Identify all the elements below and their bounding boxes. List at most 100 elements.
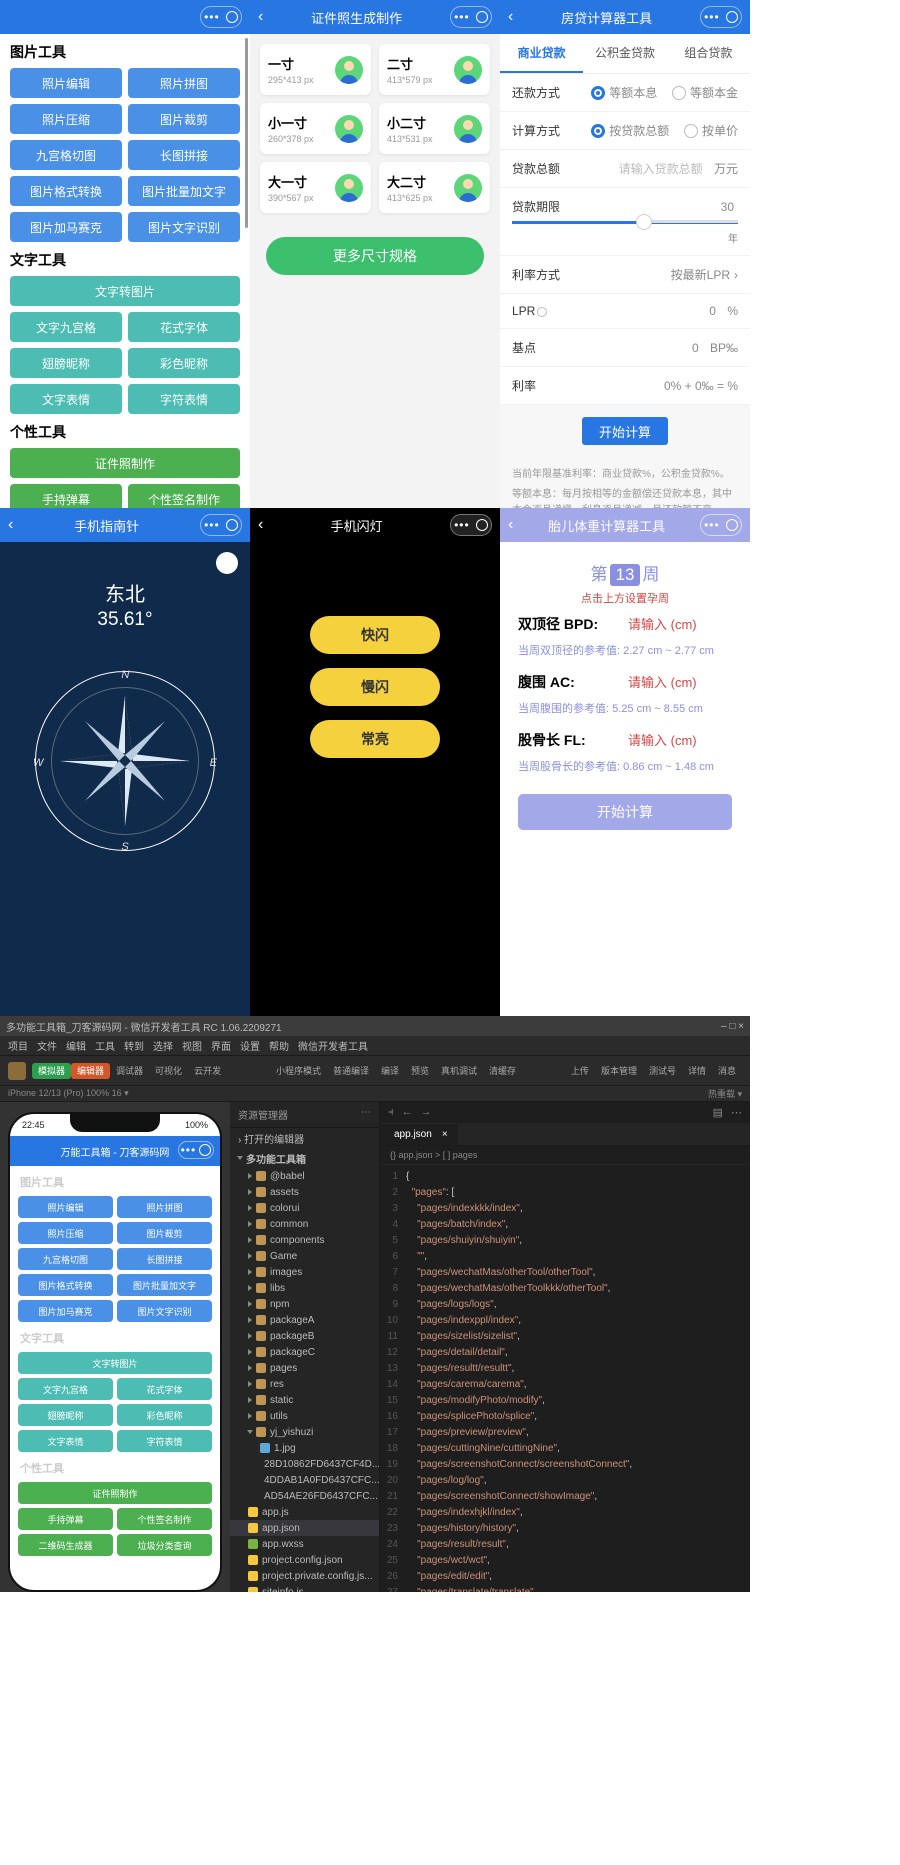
total-input[interactable]: 请输入贷款总额: [619, 160, 703, 177]
loan-tab[interactable]: 公积金贷款: [583, 34, 666, 73]
tree-node[interactable]: utils: [230, 1408, 379, 1424]
toolbar-button[interactable]: 真机调试: [435, 1063, 483, 1079]
size-card[interactable]: 小二寸413*531 px: [379, 103, 490, 154]
size-card[interactable]: 小一寸260*378 px: [260, 103, 371, 154]
tool-button[interactable]: 证件照制作: [10, 448, 240, 478]
tree-node[interactable]: packageB: [230, 1328, 379, 1344]
bulb-icon[interactable]: [216, 552, 238, 574]
tool-button[interactable]: 图片格式转换: [10, 176, 122, 206]
loan-tab[interactable]: 组合贷款: [667, 34, 750, 73]
tree-node[interactable]: 1.jpg: [230, 1440, 379, 1456]
tool-button[interactable]: 手持弹幕: [10, 484, 122, 508]
tree-node[interactable]: npm: [230, 1296, 379, 1312]
editor-tab[interactable]: app.json×: [380, 1124, 458, 1145]
tree-node[interactable]: packageC: [230, 1344, 379, 1360]
size-card[interactable]: 二寸413*579 px: [379, 44, 490, 95]
tool-button[interactable]: 照片编辑: [10, 68, 122, 98]
term-slider[interactable]: [512, 221, 738, 224]
menu-item[interactable]: 设置: [240, 1038, 260, 1053]
radio-off[interactable]: [684, 124, 698, 138]
tool-button[interactable]: 花式字体: [128, 312, 240, 342]
phone-simulator[interactable]: 22:45100% 万能工具箱 - 刀客源码网 ••• 图片工具照片编辑照片拼图…: [8, 1112, 222, 1592]
tree-node[interactable]: @babel: [230, 1168, 379, 1184]
tool-button[interactable]: 个性签名制作: [128, 484, 240, 508]
menu-item[interactable]: 视图: [182, 1038, 202, 1053]
toolbar-button[interactable]: 小程序模式: [270, 1063, 327, 1079]
tool-button[interactable]: 文字表情: [10, 384, 122, 414]
tree-node[interactable]: pages: [230, 1360, 379, 1376]
toolbar-button[interactable]: 清缓存: [483, 1063, 522, 1079]
tool-button[interactable]: 翅膀昵称: [10, 348, 122, 378]
tool-button[interactable]: 长图拼接: [128, 140, 240, 170]
tree-node[interactable]: assets: [230, 1184, 379, 1200]
tool-button[interactable]: 彩色昵称: [128, 348, 240, 378]
tool-button[interactable]: 九宫格切图: [10, 140, 122, 170]
capsule-menu[interactable]: •••: [200, 6, 242, 28]
tool-button[interactable]: 图片加马赛克: [10, 212, 122, 242]
toolbar-button[interactable]: 消息: [712, 1063, 742, 1079]
tree-node[interactable]: app.js: [230, 1504, 379, 1520]
window-button[interactable]: ×: [738, 1021, 744, 1032]
tree-node[interactable]: yj_yishuzi: [230, 1424, 379, 1440]
menu-item[interactable]: 微信开发者工具: [298, 1038, 368, 1053]
capsule-menu[interactable]: •••: [700, 6, 742, 28]
menu-item[interactable]: 帮助: [269, 1038, 289, 1053]
measure-input[interactable]: 请输入 (cm): [628, 672, 697, 691]
tree-node[interactable]: siteinfo.js: [230, 1584, 379, 1592]
info-icon[interactable]: [537, 307, 547, 317]
toolbar-button[interactable]: 调试器: [110, 1063, 149, 1079]
tool-button[interactable]: 照片压缩: [10, 104, 122, 134]
capsule-menu[interactable]: •••: [450, 514, 492, 536]
toolbar-button[interactable]: 上传: [565, 1063, 595, 1079]
tool-button[interactable]: 照片拼图: [128, 68, 240, 98]
menu-item[interactable]: 界面: [211, 1038, 231, 1053]
tree-node[interactable]: 4DDAB1A0FD6437CFC...: [230, 1472, 379, 1488]
radio-on[interactable]: [591, 124, 605, 138]
week-selector[interactable]: 第13周: [500, 560, 750, 586]
tree-node[interactable]: common: [230, 1216, 379, 1232]
toolbar-button[interactable]: 版本管理: [595, 1063, 643, 1079]
tool-button[interactable]: 图片裁剪: [128, 104, 240, 134]
slider-knob[interactable]: [636, 214, 652, 230]
menu-item[interactable]: 编辑: [66, 1038, 86, 1053]
toolbar-button[interactable]: 普通编译: [327, 1063, 375, 1079]
more-icon[interactable]: ⋯: [361, 1107, 371, 1122]
code-area[interactable]: 1{2 "pages": [3 "pages/indexkkk/index",4…: [380, 1165, 750, 1592]
tree-root[interactable]: 多功能工具箱: [230, 1148, 379, 1168]
tree-node[interactable]: app.json: [230, 1520, 379, 1536]
close-tab-icon[interactable]: ×: [442, 1129, 448, 1140]
back-icon[interactable]: ‹: [8, 516, 13, 534]
radio-off[interactable]: [672, 86, 686, 100]
tree-node[interactable]: libs: [230, 1280, 379, 1296]
hot-reload-toggle[interactable]: 热重载 ▾: [708, 1087, 742, 1100]
back-icon[interactable]: ‹: [508, 516, 513, 534]
toolbar-button[interactable]: 预览: [405, 1063, 435, 1079]
tool-button[interactable]: 图片文字识别: [128, 212, 240, 242]
split-icon[interactable]: ⫞: [388, 1106, 394, 1119]
capsule-menu[interactable]: •••: [178, 1141, 214, 1159]
tree-node[interactable]: components: [230, 1232, 379, 1248]
window-button[interactable]: □: [729, 1021, 738, 1032]
toolbar-button[interactable]: 可视化: [149, 1063, 188, 1079]
scrollbar[interactable]: [245, 38, 248, 228]
tree-node[interactable]: app.wxss: [230, 1536, 379, 1552]
nav-fwd-icon[interactable]: →: [421, 1106, 432, 1119]
menu-item[interactable]: 转到: [124, 1038, 144, 1053]
tree-node[interactable]: project.config.json: [230, 1552, 379, 1568]
device-selector[interactable]: iPhone 12/13 (Pro) 100% 16 ▾: [8, 1088, 129, 1099]
toolbar-button[interactable]: 编辑器: [71, 1063, 110, 1079]
back-icon[interactable]: ‹: [508, 8, 513, 26]
tree-node[interactable]: packageA: [230, 1312, 379, 1328]
calculate-button[interactable]: 开始计算: [518, 794, 732, 830]
tree-node[interactable]: res: [230, 1376, 379, 1392]
nav-back-icon[interactable]: ←: [402, 1106, 413, 1119]
menu-item[interactable]: 工具: [95, 1038, 115, 1053]
tool-button[interactable]: 文字转图片: [10, 276, 240, 306]
tool-button[interactable]: 图片批量加文字: [128, 176, 240, 206]
capsule-menu[interactable]: •••: [200, 514, 242, 536]
tool-button[interactable]: 字符表情: [128, 384, 240, 414]
tree-node[interactable]: Game: [230, 1248, 379, 1264]
tree-node[interactable]: colorui: [230, 1200, 379, 1216]
toolbar-button[interactable]: 云开发: [188, 1063, 227, 1079]
back-icon[interactable]: ‹: [258, 516, 263, 534]
